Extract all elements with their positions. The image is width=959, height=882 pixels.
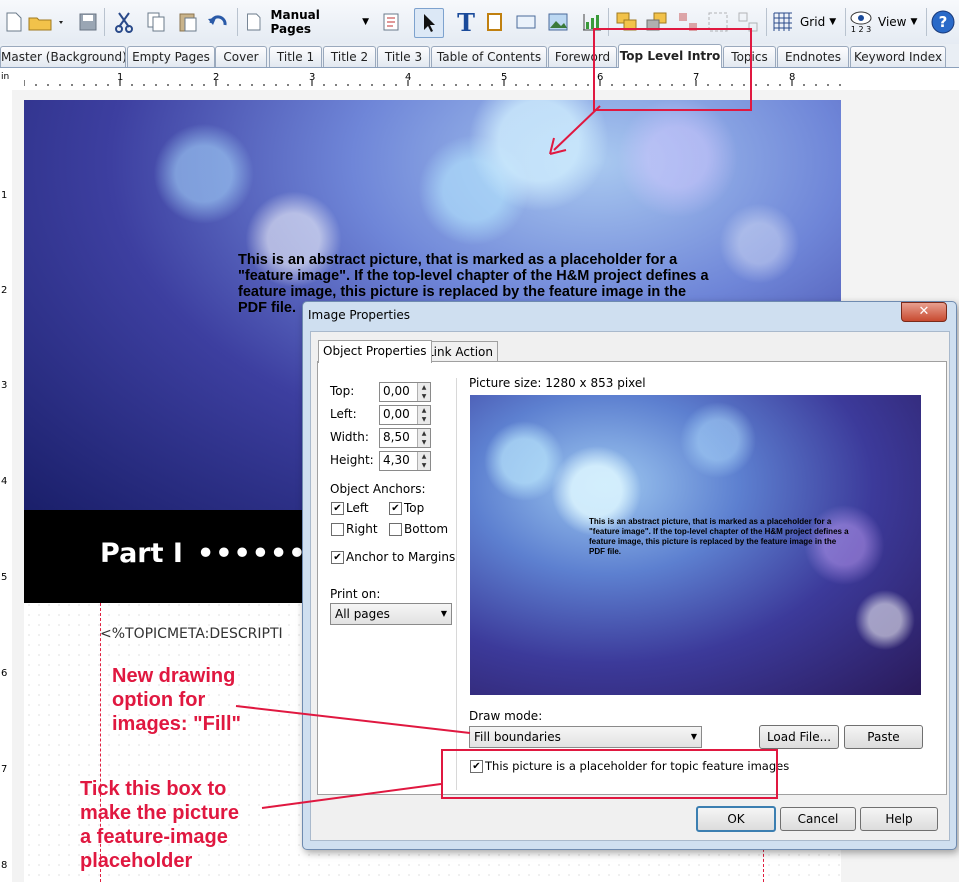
annotation-connector-lines [235,705,471,809]
tab-object-properties[interactable]: Object Properties [318,340,432,363]
fill-note-connector [235,705,471,734]
tick-note-connector [261,783,442,809]
